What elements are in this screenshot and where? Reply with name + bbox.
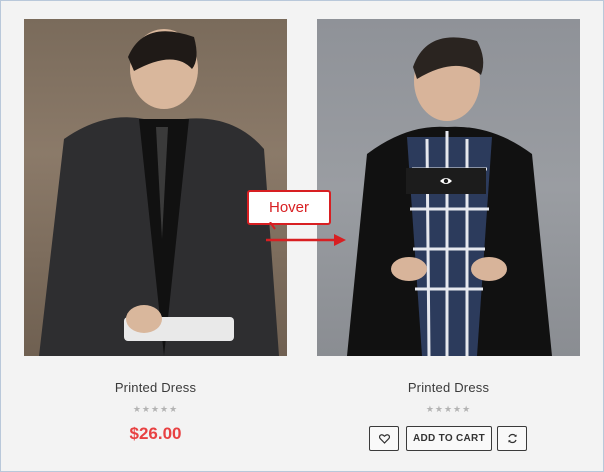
add-to-cart-button[interactable]: ADD TO CART <box>406 426 492 451</box>
eye-icon <box>440 178 452 184</box>
wishlist-button[interactable] <box>369 426 399 451</box>
product-name-right[interactable]: Printed Dress <box>317 380 580 395</box>
hover-callout: Hover <box>247 190 331 225</box>
rating-stars-right: ★★★★★ <box>425 404 472 414</box>
quick-view-button[interactable] <box>406 168 486 194</box>
refresh-icon <box>507 433 517 444</box>
rating-stars-left: ★★★★★ <box>132 404 179 414</box>
product-name-left[interactable]: Printed Dress <box>24 380 287 395</box>
compare-button[interactable] <box>497 426 527 451</box>
product-price: $26.00 <box>129 424 182 443</box>
arrow-icon <box>266 222 346 246</box>
heart-icon <box>378 433 390 444</box>
product-image-left[interactable] <box>24 19 287 356</box>
